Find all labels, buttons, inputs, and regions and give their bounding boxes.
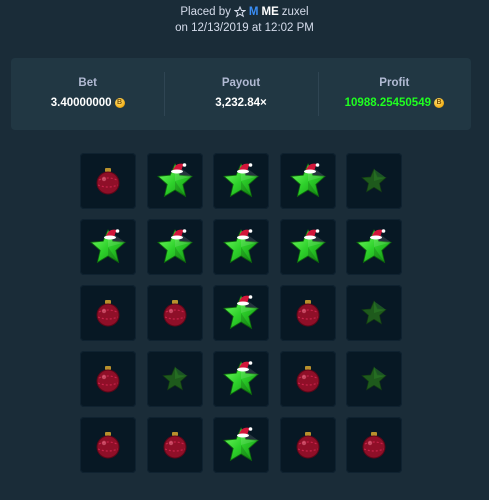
- star-gem-with-santa-hat-icon: [288, 227, 328, 267]
- vip-badge: M: [248, 6, 259, 18]
- bet-value: 3.40000000: [50, 97, 112, 109]
- grid-tile[interactable]: [213, 351, 269, 407]
- star-gem-with-santa-hat-icon: [221, 293, 261, 333]
- christmas-ornament-icon: [294, 430, 322, 460]
- bet-stat: Bet 3.40000000: [11, 58, 164, 130]
- bitcoin-coin-icon: [114, 98, 125, 108]
- grid-tile[interactable]: [346, 417, 402, 473]
- star-gem-with-santa-hat-icon: [88, 227, 128, 267]
- payout-stat: Payout 3,232.84×: [164, 58, 317, 130]
- grid-tile[interactable]: [80, 285, 136, 341]
- payout-value: 3,232.84×: [215, 97, 267, 109]
- christmas-ornament-icon: [94, 298, 122, 328]
- grid-tile[interactable]: [279, 417, 336, 473]
- grid-tile[interactable]: [146, 285, 203, 341]
- payout-label: Payout: [221, 77, 261, 89]
- christmas-ornament-icon: [294, 364, 322, 394]
- grid-tile[interactable]: [213, 153, 269, 209]
- christmas-ornament-icon: [94, 430, 122, 460]
- user-rank: ME: [261, 6, 279, 18]
- christmas-ornament-icon: [360, 430, 388, 460]
- grid-tile[interactable]: [146, 219, 203, 275]
- username-link[interactable]: zuxel: [282, 4, 309, 20]
- christmas-ornament-icon: [161, 430, 189, 460]
- grid-tile[interactable]: [346, 285, 402, 341]
- profit-stat: Profit 10988.25450549: [317, 58, 471, 130]
- star-gem-with-santa-hat-icon: [155, 227, 195, 267]
- star-gem-icon: [360, 167, 388, 195]
- christmas-ornament-icon: [161, 298, 189, 328]
- star-gem-with-santa-hat-icon: [155, 161, 195, 201]
- grid-tile[interactable]: [80, 153, 136, 209]
- grid-tile[interactable]: [346, 153, 402, 209]
- star-gem-with-santa-hat-icon: [288, 161, 328, 201]
- star-gem-icon: [161, 365, 189, 393]
- christmas-ornament-icon: [294, 298, 322, 328]
- profit-value: 10988.25450549: [344, 97, 431, 109]
- bitcoin-coin-icon: [433, 98, 444, 108]
- bet-value-row: 3.40000000: [11, 97, 164, 109]
- grid-tile[interactable]: [279, 285, 336, 341]
- payout-value-row: 3,232.84×: [164, 97, 317, 109]
- placed-by-line: Placed by M ME zuxel: [0, 4, 489, 20]
- star-gem-with-santa-hat-icon: [221, 161, 261, 201]
- grid-tile[interactable]: [279, 351, 336, 407]
- grid-tile[interactable]: [80, 417, 136, 473]
- mines-grid: [80, 153, 402, 473]
- grid-tile[interactable]: [279, 219, 336, 275]
- bet-info-header: Placed by M ME zuxel on 12/13/2019 at 12…: [0, 4, 489, 36]
- grid-tile[interactable]: [213, 285, 269, 341]
- profit-label: Profit: [379, 77, 410, 89]
- star-gem-with-santa-hat-icon: [221, 359, 261, 399]
- grid-tile[interactable]: [80, 351, 136, 407]
- grid-tile[interactable]: [146, 417, 203, 473]
- bet-stats-panel: Bet 3.40000000 Payout 3,232.84× Profit 1…: [11, 58, 471, 130]
- star-gem-icon: [360, 299, 388, 327]
- grid-tile[interactable]: [80, 219, 136, 275]
- christmas-ornament-icon: [94, 364, 122, 394]
- star-gem-with-santa-hat-icon: [354, 227, 394, 267]
- star-outline-icon: [233, 5, 247, 18]
- star-gem-with-santa-hat-icon: [221, 227, 261, 267]
- bet-label: Bet: [78, 77, 97, 89]
- star-gem-with-santa-hat-icon: [221, 425, 261, 465]
- placed-by-label: Placed by: [180, 6, 231, 18]
- grid-tile[interactable]: [146, 153, 203, 209]
- christmas-ornament-icon: [94, 166, 122, 196]
- profit-value-row: 10988.25450549: [318, 97, 471, 109]
- grid-tile[interactable]: [346, 351, 402, 407]
- grid-tile[interactable]: [279, 153, 336, 209]
- grid-tile[interactable]: [346, 219, 402, 275]
- placed-date: on 12/13/2019 at 12:02 PM: [175, 22, 314, 34]
- star-gem-icon: [360, 365, 388, 393]
- grid-tile[interactable]: [213, 417, 269, 473]
- grid-tile[interactable]: [146, 351, 203, 407]
- grid-tile[interactable]: [213, 219, 269, 275]
